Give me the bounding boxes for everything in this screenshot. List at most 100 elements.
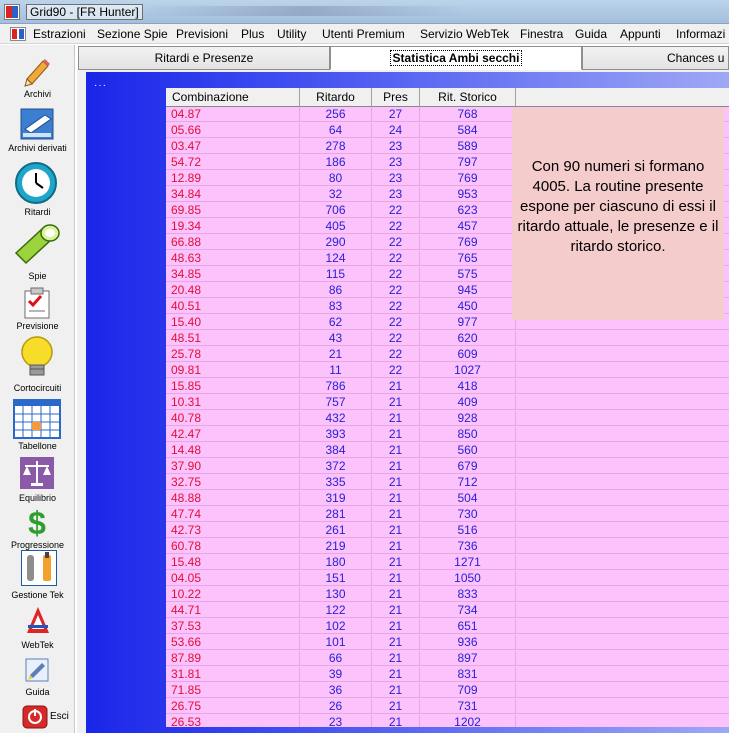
left-toolbar: Archivi Archivi derivati Ritardi Spie Pr… xyxy=(0,45,75,733)
menu-guida[interactable]: Guida xyxy=(575,27,607,41)
column-header-pres[interactable]: Pres xyxy=(372,88,420,107)
cell-rit-storico: 450 xyxy=(420,299,516,314)
toolbar-guida[interactable]: Guida xyxy=(0,657,75,701)
toolbar-gestione-tek[interactable]: Gestione Tek xyxy=(0,550,75,602)
grid-header: Combinazione Ritardo Pres Rit. Storico xyxy=(166,88,729,107)
toolbar-label-archivi: Archivi xyxy=(23,89,51,99)
table-row[interactable]: 48.51 43 22 620 xyxy=(166,331,729,346)
table-row[interactable]: 71.85 36 21 709 xyxy=(166,683,729,698)
cell-pres: 21 xyxy=(372,699,420,714)
toolbar-webtek[interactable]: WebTek xyxy=(0,605,75,653)
table-row[interactable]: 44.71 122 21 734 xyxy=(166,603,729,618)
table-row[interactable]: 26.53 23 21 1202 xyxy=(166,715,729,727)
cell-ritardo: 278 xyxy=(300,139,372,154)
column-header-ritardo[interactable]: Ritardo xyxy=(300,88,372,107)
toolbar-tabellone[interactable]: Tabellone xyxy=(0,399,75,453)
table-row[interactable]: 15.48 180 21 1271 xyxy=(166,555,729,570)
cell-ritardo: 39 xyxy=(300,667,372,682)
table-row[interactable]: 42.47 393 21 850 xyxy=(166,427,729,442)
table-row[interactable]: 26.75 26 21 731 xyxy=(166,699,729,714)
table-row[interactable]: 42.73 261 21 516 xyxy=(166,523,729,538)
cell-pres: 21 xyxy=(372,539,420,554)
toolbar-previsione[interactable]: Previsione xyxy=(0,287,75,333)
menu-previsioni[interactable]: Previsioni xyxy=(176,27,228,41)
cell-combinazione: 09.81 xyxy=(166,363,300,378)
menu-finestra[interactable]: Finestra xyxy=(520,27,563,41)
table-row[interactable]: 48.88 319 21 504 xyxy=(166,491,729,506)
cell-ritardo: 180 xyxy=(300,555,372,570)
table-row[interactable]: 10.22 130 21 833 xyxy=(166,587,729,602)
table-row[interactable]: 37.90 372 21 679 xyxy=(166,459,729,474)
table-row[interactable]: 40.78 432 21 928 xyxy=(166,411,729,426)
tab-strip: Ritardi e Presenze Statistica Ambi secch… xyxy=(76,46,729,70)
toolbar-progressione[interactable]: $ Progressione xyxy=(0,507,75,555)
table-row[interactable]: 87.89 66 21 897 xyxy=(166,651,729,666)
menu-estrazioni[interactable]: Estrazioni xyxy=(33,27,86,41)
table-row[interactable]: 31.81 39 21 831 xyxy=(166,667,729,682)
menu-plus[interactable]: Plus xyxy=(241,27,264,41)
table-row[interactable]: 60.78 219 21 736 xyxy=(166,539,729,554)
cell-ritardo: 122 xyxy=(300,603,372,618)
column-header-rit-storico[interactable]: Rit. Storico xyxy=(420,88,516,107)
toolbar-archivi[interactable]: Archivi xyxy=(0,53,75,103)
cell-ritardo: 26 xyxy=(300,699,372,714)
cell-pres: 22 xyxy=(372,315,420,330)
flashlight-icon xyxy=(14,224,60,265)
cell-ritardo: 261 xyxy=(300,523,372,538)
menu-utility[interactable]: Utility xyxy=(277,27,306,41)
menu-utenti-premium[interactable]: Utenti Premium xyxy=(322,27,405,41)
toolbar-ritardi[interactable]: Ritardi xyxy=(0,161,75,217)
cell-rit-storico: 850 xyxy=(420,427,516,442)
column-header-combinazione[interactable]: Combinazione xyxy=(166,88,300,107)
cell-pres: 22 xyxy=(372,235,420,250)
table-row[interactable]: 37.53 102 21 651 xyxy=(166,619,729,634)
table-row[interactable]: 04.05 151 21 1050 xyxy=(166,571,729,586)
cell-rit-storico: 679 xyxy=(420,459,516,474)
table-row[interactable]: 10.31 757 21 409 xyxy=(166,395,729,410)
cell-combinazione: 05.66 xyxy=(166,123,300,138)
cell-ritardo: 432 xyxy=(300,411,372,426)
tab-chances[interactable]: Chances u xyxy=(582,46,729,70)
cell-ritardo: 23 xyxy=(300,715,372,727)
cell-rit-storico: 575 xyxy=(420,267,516,282)
cell-ritardo: 11 xyxy=(300,363,372,378)
table-row[interactable]: 15.85 786 21 418 xyxy=(166,379,729,394)
cell-rit-storico: 1202 xyxy=(420,715,516,727)
cell-rit-storico: 623 xyxy=(420,203,516,218)
table-row[interactable]: 47.74 281 21 730 xyxy=(166,507,729,522)
cell-rit-storico: 418 xyxy=(420,379,516,394)
cell-combinazione: 48.88 xyxy=(166,491,300,506)
tab-statistica-ambi-secchi[interactable]: Statistica Ambi secchi xyxy=(330,46,582,70)
child-window-icon[interactable] xyxy=(10,27,26,41)
menu-appunti[interactable]: Appunti xyxy=(620,27,661,41)
toolbar-cortocircuiti[interactable]: Cortocircuiti xyxy=(0,335,75,393)
cell-rit-storico: 584 xyxy=(420,123,516,138)
cell-combinazione: 48.51 xyxy=(166,331,300,346)
cell-ritardo: 256 xyxy=(300,107,372,122)
cell-combinazione: 19.34 xyxy=(166,219,300,234)
toolbar-label-cortocircuiti: Cortocircuiti xyxy=(13,383,62,393)
cell-pres: 21 xyxy=(372,491,420,506)
tab-ritardi-e-presenze[interactable]: Ritardi e Presenze xyxy=(78,46,330,70)
info-note: Con 90 numeri si formano 4005. La routin… xyxy=(512,108,724,320)
toolbar-esci[interactable]: Esci xyxy=(0,703,75,731)
table-row[interactable]: 09.81 11 22 1027 xyxy=(166,363,729,378)
table-row[interactable]: 14.48 384 21 560 xyxy=(166,443,729,458)
table-row[interactable]: 32.75 335 21 712 xyxy=(166,475,729,490)
toolbar-equilibrio[interactable]: Equilibrio xyxy=(0,457,75,505)
toolbar-archivi-derivati[interactable]: Archivi derivati xyxy=(0,105,75,157)
toolbar-spie[interactable]: Spie xyxy=(0,223,75,281)
cell-rit-storico: 797 xyxy=(420,155,516,170)
cell-ritardo: 372 xyxy=(300,459,372,474)
table-row[interactable]: 53.66 101 21 936 xyxy=(166,635,729,650)
cell-rit-storico: 1050 xyxy=(420,571,516,586)
table-row[interactable]: 25.78 21 22 609 xyxy=(166,347,729,362)
menu-servizio-webtek[interactable]: Servizio WebTek xyxy=(420,27,509,41)
cell-pres: 21 xyxy=(372,571,420,586)
cell-pres: 23 xyxy=(372,139,420,154)
menu-sezione-spie[interactable]: Sezione Spie xyxy=(97,27,168,41)
cell-rit-storico: 734 xyxy=(420,603,516,618)
cell-rit-storico: 709 xyxy=(420,683,516,698)
menu-informazioni[interactable]: Informazi xyxy=(676,27,725,41)
cell-ritardo: 319 xyxy=(300,491,372,506)
